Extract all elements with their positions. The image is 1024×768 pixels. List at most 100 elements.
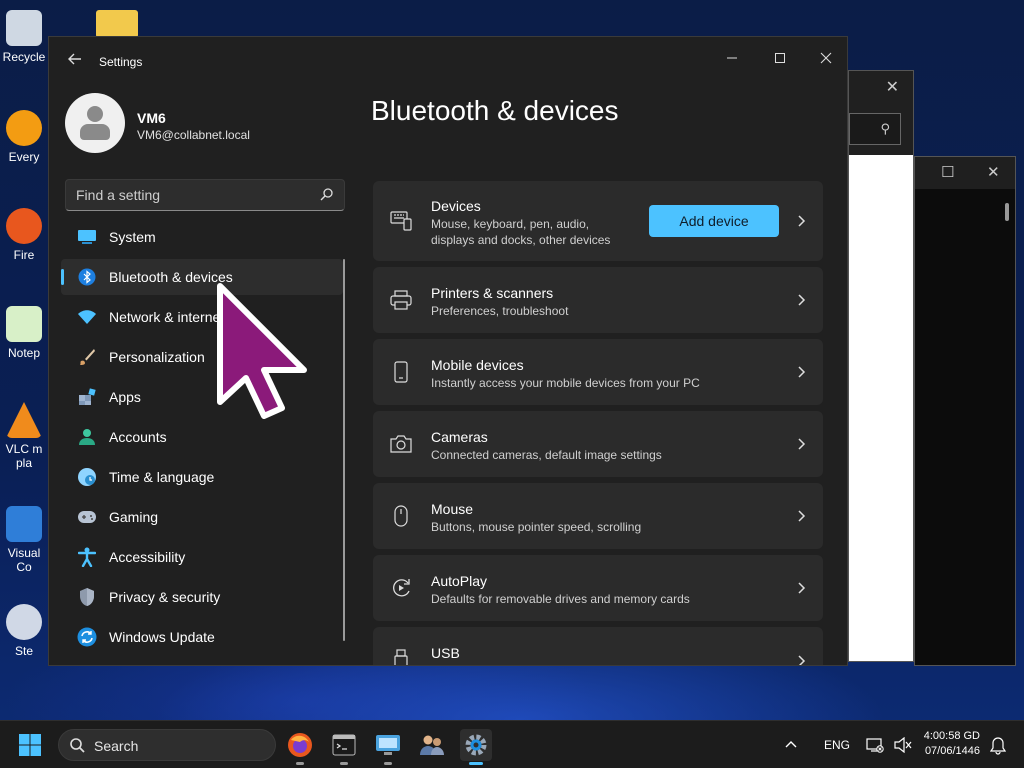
sidebar-item-label: Accessibility xyxy=(109,549,186,565)
devices-icon xyxy=(389,209,413,233)
terminal-icon xyxy=(332,734,356,756)
find-setting-search[interactable] xyxy=(65,179,345,211)
everything-icon xyxy=(6,110,42,146)
card-autoplay[interactable]: AutoPlay Defaults for removable drives a… xyxy=(373,555,823,621)
desktop-icon-label: Every xyxy=(8,150,40,164)
remote-desktop-icon xyxy=(376,735,400,755)
sidebar-item-label: Personalization xyxy=(109,349,205,365)
desktop-icon-visual-studio-code[interactable]: Visual Co xyxy=(0,506,48,574)
background-search-box[interactable]: ⚲ xyxy=(849,113,901,145)
close-icon[interactable]: ✕ xyxy=(886,77,899,97)
card-description: Buttons, mouse pointer speed, scrolling xyxy=(431,520,642,534)
terminal-window[interactable]: ☐ ✕ xyxy=(914,156,1016,666)
chevron-right-icon xyxy=(798,582,806,594)
search-icon: ⚲ xyxy=(880,121,890,136)
taskbar-clock[interactable]: 4:00:58 GD 07/06/1446 xyxy=(924,729,980,759)
chevron-up-icon[interactable] xyxy=(784,738,798,752)
volume-muted-icon[interactable] xyxy=(894,737,912,753)
card-mouse[interactable]: Mouse Buttons, mouse pointer speed, scro… xyxy=(373,483,823,549)
card-cameras[interactable]: Cameras Connected cameras, default image… xyxy=(373,411,823,477)
accessibility-icon xyxy=(77,547,97,567)
card-description: Mouse, keyboard, pen, audio, xyxy=(431,217,590,231)
recycle-bin-icon xyxy=(6,10,42,46)
sidebar-item-time-language[interactable]: Time & language xyxy=(61,459,343,495)
time-language-icon xyxy=(77,467,97,487)
vscode-icon xyxy=(6,506,42,542)
running-indicator xyxy=(340,762,348,765)
desktop-icon-vlc[interactable]: VLC m pla xyxy=(0,402,48,470)
chevron-right-icon xyxy=(798,215,806,227)
background-window[interactable]: ✕ ⚲ xyxy=(848,70,914,662)
notepad-icon xyxy=(6,306,42,342)
network-status-icon[interactable] xyxy=(866,737,884,753)
sidebar-item-windows-update[interactable]: Windows Update xyxy=(61,619,343,655)
add-device-button[interactable]: Add device xyxy=(649,205,779,237)
sidebar-scrollbar[interactable] xyxy=(343,259,345,641)
card-title: Printers & scanners xyxy=(431,285,554,301)
system-tray: ENG xyxy=(784,721,912,768)
taskbar: Search ENG 4:00:58 GD 07/06/1446 xyxy=(0,720,1024,768)
folder-icon[interactable] xyxy=(96,10,138,38)
terminal-scrollbar[interactable] xyxy=(1005,203,1009,221)
title-bar: Settings xyxy=(49,37,847,85)
avatar-body xyxy=(80,124,110,140)
taskbar-app-settings[interactable] xyxy=(460,729,492,765)
desktop-icon-everything[interactable]: Every xyxy=(0,110,48,164)
desktop-icon-steam[interactable]: Ste xyxy=(0,604,48,658)
sidebar-item-gaming[interactable]: Gaming xyxy=(61,499,343,535)
sidebar-item-privacy-security[interactable]: Privacy & security xyxy=(61,579,343,615)
clock-date: 07/06/1446 xyxy=(924,745,980,757)
settings-cards: Devices Mouse, keyboard, pen, audio, dis… xyxy=(373,181,823,665)
sidebar-item-accessibility[interactable]: Accessibility xyxy=(61,539,343,575)
page-title: Bluetooth & devices xyxy=(371,95,619,126)
chevron-right-icon xyxy=(798,655,806,665)
user-email: VM6@collabnet.local xyxy=(137,128,250,142)
desktop-icon-label: Co xyxy=(16,560,32,574)
taskbar-app-users[interactable] xyxy=(416,729,448,761)
back-arrow-icon xyxy=(68,53,81,65)
close-icon[interactable]: ✕ xyxy=(987,163,1000,181)
sidebar-item-accounts[interactable]: Accounts xyxy=(61,419,343,455)
autoplay-icon xyxy=(389,576,413,600)
language-indicator[interactable]: ENG xyxy=(824,738,850,752)
notification-bell-icon[interactable] xyxy=(990,737,1006,755)
close-button[interactable] xyxy=(811,45,841,75)
taskbar-search-label: Search xyxy=(94,738,139,754)
running-indicator xyxy=(296,762,304,765)
desktop-icon-label: Fire xyxy=(13,248,35,262)
minimize-button[interactable] xyxy=(717,45,747,75)
card-title: Devices xyxy=(431,198,481,214)
start-button[interactable] xyxy=(18,733,42,757)
mouse-icon xyxy=(389,504,413,528)
card-devices[interactable]: Devices Mouse, keyboard, pen, audio, dis… xyxy=(373,181,823,261)
card-title: AutoPlay xyxy=(431,573,488,589)
desktop-icon-label: VLC m xyxy=(5,442,43,456)
taskbar-search[interactable]: Search xyxy=(58,729,276,761)
sidebar-item-label: Windows Update xyxy=(109,629,215,645)
usb-icon xyxy=(389,647,413,665)
close-icon xyxy=(820,52,832,64)
gaming-icon xyxy=(77,507,97,527)
card-usb[interactable]: USB xyxy=(373,627,823,665)
mobile-icon xyxy=(389,360,413,384)
desktop-icon-firefox[interactable]: Fire xyxy=(0,208,48,262)
maximize-icon[interactable]: ☐ xyxy=(941,163,954,181)
desktop-icon-notepad[interactable]: Notep xyxy=(0,306,48,360)
card-printers-scanners[interactable]: Printers & scanners Preferences, trouble… xyxy=(373,267,823,333)
search-icon xyxy=(320,188,333,201)
back-button[interactable] xyxy=(65,51,85,71)
sidebar-item-system[interactable]: System xyxy=(61,219,343,255)
sidebar-item-label: Network & internet xyxy=(109,309,225,325)
taskbar-app-firefox[interactable] xyxy=(284,729,316,765)
avatar-head xyxy=(87,106,103,122)
sidebar-item-label: System xyxy=(109,229,156,245)
taskbar-app-remote-desktop[interactable] xyxy=(372,729,404,765)
desktop-icon-label: Notep xyxy=(7,346,41,360)
card-mobile-devices[interactable]: Mobile devices Instantly access your mob… xyxy=(373,339,823,405)
taskbar-app-terminal[interactable] xyxy=(328,729,360,765)
gear-icon xyxy=(465,734,487,756)
maximize-button[interactable] xyxy=(765,45,795,75)
card-description: Instantly access your mobile devices fro… xyxy=(431,376,700,390)
desktop-icon-recycle-bin[interactable]: Recycle xyxy=(0,10,48,64)
find-setting-input[interactable] xyxy=(66,180,306,210)
